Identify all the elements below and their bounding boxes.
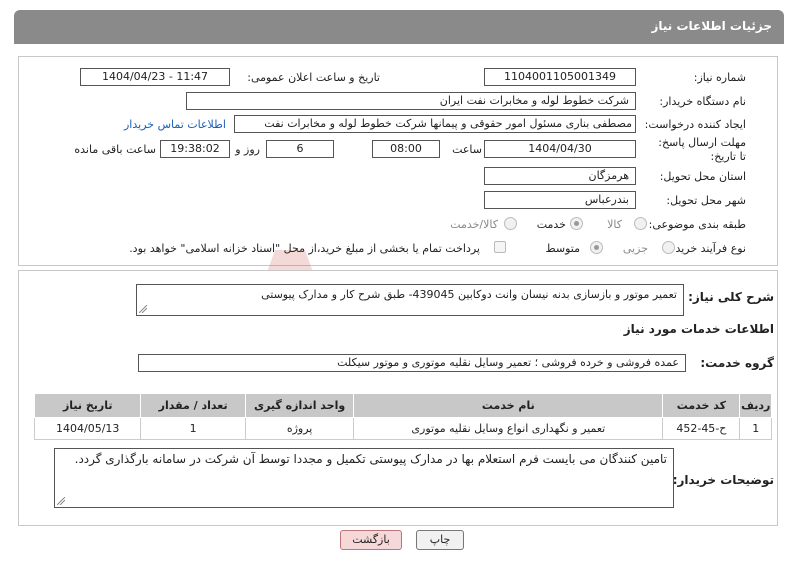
col-service-name: نام خدمت bbox=[353, 393, 664, 418]
category-option-goods: کالا bbox=[607, 218, 622, 231]
cell-unit: پروژه bbox=[244, 417, 355, 440]
process-option-medium: متوسط bbox=[545, 242, 580, 255]
page-header: جزئیات اطلاعات نیاز bbox=[14, 10, 784, 44]
resize-handle-icon[interactable] bbox=[57, 497, 65, 505]
cell-service-name: تعمیر و نگهداری انواع وسایل نقلیه موتوری bbox=[353, 417, 664, 440]
cell-service-code: ح-45-452 bbox=[662, 417, 741, 440]
process-option-minor: جزیی bbox=[622, 242, 648, 255]
announce-date-label: تاریخ و ساعت اعلان عمومی: bbox=[247, 71, 380, 84]
need-number-field[interactable]: 1104001105001349 bbox=[484, 68, 636, 86]
table-header-row: ردیف کد خدمت نام خدمت واحد اندازه گیری ت… bbox=[33, 393, 772, 418]
treasury-payment-note: پرداخت تمام یا بخشی از مبلغ خرید،از محل … bbox=[129, 242, 480, 255]
cell-quantity: 1 bbox=[140, 417, 246, 440]
category-label: طبقه بندی موضوعی: bbox=[648, 218, 746, 231]
services-section-title: اطلاعات خدمات مورد نیاز bbox=[623, 322, 774, 336]
category-option-service: خدمت bbox=[536, 218, 566, 231]
back-button[interactable]: بازگشت bbox=[340, 530, 402, 550]
province-field[interactable]: هرمزگان bbox=[484, 167, 636, 185]
services-table: ردیف کد خدمت نام خدمت واحد اندازه گیری ت… bbox=[33, 393, 772, 440]
deadline-label: مهلت ارسال پاسخ: تا تاریخ: bbox=[658, 136, 746, 163]
deadline-time-field[interactable]: 08:00 bbox=[372, 140, 440, 158]
summary-label: شرح کلی نیاز: bbox=[688, 290, 774, 304]
col-row-number: ردیف bbox=[739, 393, 772, 418]
process-radio-minor[interactable] bbox=[662, 241, 675, 254]
category-option-goods-service: کالا/خدمت bbox=[450, 218, 498, 231]
days-label: روز و bbox=[235, 143, 260, 156]
buyer-org-label: نام دستگاه خریدار: bbox=[659, 95, 746, 108]
summary-textarea[interactable]: تعمیر موتور و بازسازی بدنه نیسان وانت دو… bbox=[136, 284, 684, 316]
buyer-contact-link[interactable]: اطلاعات تماس خریدار bbox=[124, 118, 226, 131]
deadline-time-label: ساعت bbox=[452, 143, 482, 156]
city-label: شهر محل تحویل: bbox=[666, 194, 746, 207]
days-remaining-field[interactable]: 6 bbox=[266, 140, 334, 158]
page-title: جزئیات اطلاعات نیاز bbox=[651, 19, 772, 33]
remaining-time-label: ساعت باقی مانده bbox=[74, 143, 156, 156]
category-radio-goods-service[interactable] bbox=[504, 217, 517, 230]
col-quantity: تعداد / مقدار bbox=[140, 393, 246, 418]
deadline-date-field[interactable]: 1404/04/30 bbox=[484, 140, 636, 158]
remaining-time-field[interactable]: 19:38:02 bbox=[160, 140, 230, 158]
category-radio-service[interactable] bbox=[570, 217, 583, 230]
table-row[interactable]: 1 ح-45-452 تعمیر و نگهداری انواع وسایل ن… bbox=[33, 417, 772, 440]
cell-need-date: 1404/05/13 bbox=[33, 417, 142, 440]
province-label: استان محل تحویل: bbox=[659, 170, 746, 183]
treasury-payment-checkbox[interactable] bbox=[494, 241, 506, 253]
requester-label: ایجاد کننده درخواست: bbox=[644, 118, 746, 131]
buyer-notes-label: توضیحات خریدار: bbox=[672, 473, 774, 487]
process-type-label: نوع فرآیند خرید : bbox=[668, 242, 746, 255]
category-radio-goods[interactable] bbox=[634, 217, 647, 230]
col-need-date: تاریخ نیاز bbox=[33, 393, 142, 418]
need-number-label: شماره نیاز: bbox=[693, 71, 746, 84]
service-group-label: گروه خدمت: bbox=[700, 356, 774, 370]
service-group-field[interactable]: عمده فروشی و خرده فروشی ؛ تعمیر وسایل نق… bbox=[138, 354, 686, 372]
announce-date-field[interactable]: 1404/04/23 - 11:47 bbox=[80, 68, 230, 86]
col-unit: واحد اندازه گیری bbox=[244, 393, 355, 418]
process-radio-medium[interactable] bbox=[590, 241, 603, 254]
buyer-org-field[interactable]: شرکت خطوط لوله و مخابرات نفت ایران bbox=[186, 92, 636, 110]
col-service-code: کد خدمت bbox=[662, 393, 741, 418]
print-button[interactable]: چاپ bbox=[416, 530, 464, 550]
cell-row-number: 1 bbox=[739, 417, 772, 440]
resize-handle-icon[interactable] bbox=[139, 305, 147, 313]
city-field[interactable]: بندرعباس bbox=[484, 191, 636, 209]
requester-field[interactable]: مصطفی بناری مسئول امور حقوقی و پیمانها ش… bbox=[234, 115, 636, 133]
buyer-notes-textarea[interactable]: تامین کنندگان می بایست فرم استعلام بها د… bbox=[54, 448, 674, 508]
